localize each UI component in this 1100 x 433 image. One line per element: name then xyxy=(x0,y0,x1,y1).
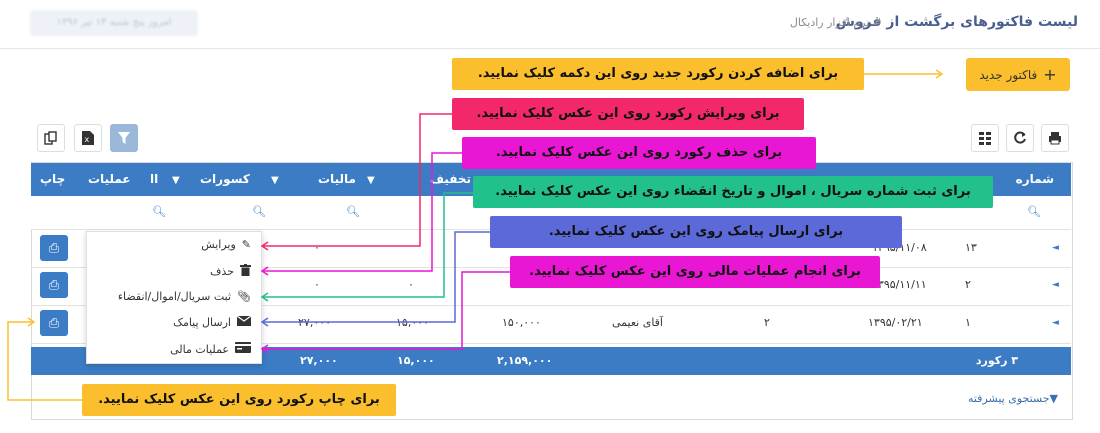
export-columns-icon[interactable] xyxy=(37,124,65,152)
print-icon: ⎙︎ xyxy=(48,277,60,293)
row-number: ۱ xyxy=(965,316,971,329)
callout-finance: برای انجام عملیات مالی روی این عکس کلیک … xyxy=(510,256,880,288)
menu-serial-label: ثبت سریال/اموال/انقضاء xyxy=(117,290,232,303)
callout-delete: برای حذف رکورد روی این عکس کلیک نمایید. xyxy=(462,137,816,169)
trash-icon xyxy=(240,264,251,279)
col-deductions-header[interactable]: کسورات xyxy=(200,163,250,196)
date-badge: امروز پنج شنبه ۱۴ تیر ۱۳۹۶ xyxy=(30,10,198,36)
callout-print: برای چاپ رکورد روی این عکس کلیک نمایید. xyxy=(82,384,396,416)
print-icon: ⎙︎ xyxy=(48,240,60,256)
col-ops-a-header[interactable]: اا xyxy=(150,163,158,196)
row-discount: ۰ xyxy=(408,278,414,291)
paperclip-icon: 📎︎ xyxy=(237,290,251,303)
filter-search-icon[interactable]: 🔍︎ xyxy=(152,205,166,218)
expand-row-icon[interactable]: ◄ xyxy=(1052,318,1059,328)
menu-item-edit[interactable]: ✎︎ ویرایش xyxy=(201,238,251,251)
row-tax: ۲۷,۰۰۰ xyxy=(298,316,332,329)
col-tax-header[interactable]: مالیات xyxy=(318,163,356,196)
menu-delete-label: حذف xyxy=(210,265,234,278)
row-number: ۲ xyxy=(965,278,971,291)
discount-total: ۱۵,۰۰۰ xyxy=(397,354,435,367)
new-invoice-label: فاکتور جدید xyxy=(979,67,1038,82)
callout-sms: برای ارسال پیامک روی این عکس کلیک نمایید… xyxy=(490,216,902,248)
row-discount: ۱۵,۰۰۰ xyxy=(396,316,430,329)
menu-sms-label: ارسال پیامک xyxy=(173,316,231,329)
envelope-icon xyxy=(236,315,252,329)
advanced-search-label: جستجوی پیشرفته xyxy=(967,392,1050,405)
col-print-header[interactable]: چاپ xyxy=(40,163,65,196)
pencil-icon: ✎︎ xyxy=(241,238,251,251)
menu-item-delete[interactable]: حذف xyxy=(210,264,251,279)
svg-text:x: x xyxy=(85,135,90,144)
row-actions-menu: ✎︎ ویرایش حذف 📎︎ ثبت سریال/اموال/انقضاء ار… xyxy=(86,231,262,364)
callout-edit: برای ویرایش رکورد روی این عکس کلیک نمایی… xyxy=(452,98,804,130)
column-chooser-icon[interactable] xyxy=(971,124,999,152)
row-tax: ۰ xyxy=(314,278,320,291)
row-number: ۱۳ xyxy=(965,241,977,254)
print-icon: ⎙︎ xyxy=(48,315,60,331)
credit-card-icon xyxy=(235,342,251,356)
row-date: ۱۳۹۵/۱۱/۱۱ xyxy=(872,278,927,291)
new-invoice-button[interactable]: + فاکتور جدید xyxy=(966,58,1070,91)
row-customer: آقای نعیمی xyxy=(612,316,663,329)
menu-item-sms[interactable]: ارسال پیامک xyxy=(173,315,252,329)
row-qty: ۲ xyxy=(764,316,770,329)
advanced-search-link[interactable]: ▼جستجوی پیشرفته xyxy=(968,392,1058,405)
menu-item-serial[interactable]: 📎︎ ثبت سریال/اموال/انقضاء xyxy=(118,290,251,303)
breadcrumb[interactable]: # نرم افزار رادیکال xyxy=(790,16,882,29)
refresh-icon[interactable] xyxy=(1006,124,1034,152)
col-discount-filter-icon[interactable]: ▼ xyxy=(367,163,375,196)
col-tax-filter-icon[interactable]: ▼ xyxy=(271,163,279,196)
col-number-header[interactable]: شماره xyxy=(1016,163,1054,196)
plus-icon: + xyxy=(1043,65,1057,84)
filter-toggle-icon[interactable] xyxy=(110,124,138,152)
filter-search-icon[interactable]: 🔍︎ xyxy=(1027,205,1041,218)
menu-item-finance[interactable]: عملیات مالی xyxy=(170,342,251,356)
callout-add: برای اضافه کردن رکورد جدید روی این دکمه … xyxy=(452,58,864,90)
expand-row-icon[interactable]: ◄ xyxy=(1052,243,1059,253)
col-deductions-filter-icon[interactable]: ▼ xyxy=(172,163,180,196)
amount-total: ۲,۱۵۹,۰۰۰ xyxy=(497,354,553,367)
print-icon[interactable] xyxy=(1041,124,1069,152)
callout-serial: برای ثبت شماره سریال ، اموال و تاریخ انق… xyxy=(473,176,993,208)
tax-total: ۲۷,۰۰۰ xyxy=(300,354,338,367)
row-tax: ۰ xyxy=(314,241,320,254)
filter-search-icon[interactable]: 🔍︎ xyxy=(252,205,266,218)
menu-edit-label: ویرایش xyxy=(201,238,236,251)
row-print-button[interactable]: ⎙︎ xyxy=(40,310,68,336)
row-print-button[interactable]: ⎙︎ xyxy=(40,235,68,261)
menu-finance-label: عملیات مالی xyxy=(170,342,229,356)
excel-export-icon[interactable]: x xyxy=(74,124,102,152)
filter-search-icon[interactable]: 🔍︎ xyxy=(346,205,360,218)
col-ops-header[interactable]: عملیات xyxy=(88,163,131,196)
row-amount: ۱۵۰,۰۰۰ xyxy=(502,316,541,329)
record-count: ۳ رکورد xyxy=(975,354,1018,367)
expand-row-icon[interactable]: ◄ xyxy=(1052,280,1059,290)
row-date: ۱۳۹۵/۰۲/۲۱ xyxy=(868,316,923,329)
row-print-button[interactable]: ⎙︎ xyxy=(40,272,68,298)
filter-icon: ▼ xyxy=(1049,392,1058,405)
